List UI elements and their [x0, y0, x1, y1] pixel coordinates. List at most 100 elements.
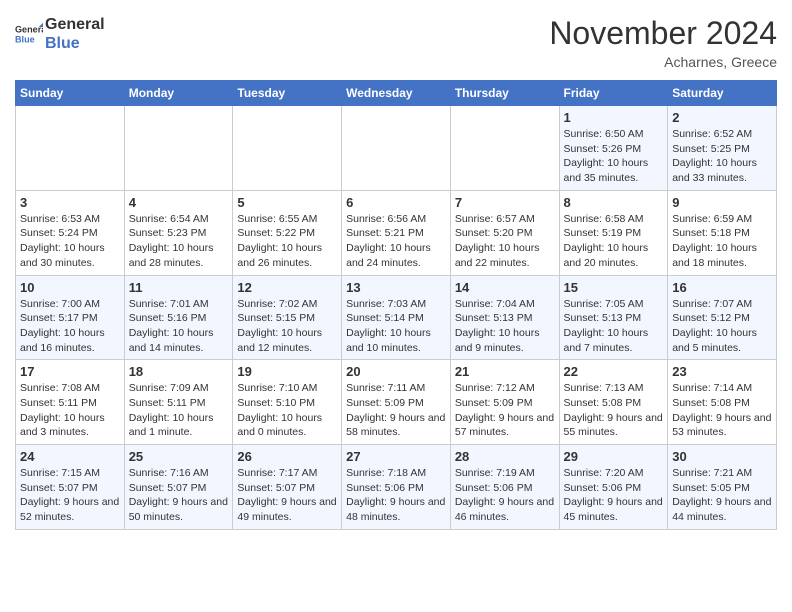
day-info-line: Daylight: 10 hours and 30 minutes. [20, 241, 120, 270]
day-info-line: Daylight: 10 hours and 12 minutes. [237, 326, 337, 355]
day-info-line: Sunset: 5:18 PM [672, 226, 772, 241]
day-info-line: Daylight: 10 hours and 16 minutes. [20, 326, 120, 355]
day-info-line: Sunset: 5:15 PM [237, 311, 337, 326]
day-info-line: Sunset: 5:11 PM [20, 396, 120, 411]
day-info-line: Sunset: 5:09 PM [455, 396, 555, 411]
day-info-line: Daylight: 10 hours and 3 minutes. [20, 411, 120, 440]
day-info-line: Sunset: 5:06 PM [346, 481, 446, 496]
calendar-cell: 27Sunrise: 7:18 AMSunset: 5:06 PMDayligh… [342, 445, 451, 530]
calendar-cell [342, 106, 451, 191]
calendar-header-row: SundayMondayTuesdayWednesdayThursdayFrid… [16, 81, 777, 106]
week-row-0: 1Sunrise: 6:50 AMSunset: 5:26 PMDaylight… [16, 106, 777, 191]
day-info-line: Daylight: 9 hours and 55 minutes. [564, 411, 664, 440]
day-info-line: Daylight: 10 hours and 22 minutes. [455, 241, 555, 270]
calendar-cell: 4Sunrise: 6:54 AMSunset: 5:23 PMDaylight… [124, 190, 233, 275]
day-info-line: Daylight: 9 hours and 44 minutes. [672, 495, 772, 524]
day-number: 26 [237, 449, 337, 464]
logo: General Blue General Blue [15, 15, 105, 53]
day-info-line: Sunset: 5:24 PM [20, 226, 120, 241]
calendar-cell: 15Sunrise: 7:05 AMSunset: 5:13 PMDayligh… [559, 275, 668, 360]
column-header-saturday: Saturday [668, 81, 777, 106]
calendar-cell: 12Sunrise: 7:02 AMSunset: 5:15 PMDayligh… [233, 275, 342, 360]
day-number: 30 [672, 449, 772, 464]
day-number: 12 [237, 280, 337, 295]
calendar-cell: 28Sunrise: 7:19 AMSunset: 5:06 PMDayligh… [450, 445, 559, 530]
day-info-line: Sunrise: 7:17 AM [237, 466, 337, 481]
day-info-line: Daylight: 10 hours and 18 minutes. [672, 241, 772, 270]
header: General Blue General Blue November 2024 … [15, 15, 777, 70]
title-area: November 2024 Acharnes, Greece [549, 15, 777, 70]
day-info-line: Sunrise: 7:21 AM [672, 466, 772, 481]
week-row-1: 3Sunrise: 6:53 AMSunset: 5:24 PMDaylight… [16, 190, 777, 275]
calendar-body: 1 Sunrise: 6:50 AMSunset: 5:26 PM Daylight… [16, 106, 777, 530]
calendar-cell: 17 Sunrise: 7:08 AMSunset: 5:11 PMDayligh… [16, 360, 125, 445]
day-number: 10 [20, 280, 120, 295]
week-row-4: 24Sunrise: 7:15 AMSunset: 5:07 PMDayligh… [16, 445, 777, 530]
day-info-line: Sunrise: 7:11 AM [346, 381, 446, 396]
calendar-cell: 25Sunrise: 7:16 AMSunset: 5:07 PMDayligh… [124, 445, 233, 530]
column-header-friday: Friday [559, 81, 668, 106]
calendar-cell: 24Sunrise: 7:15 AMSunset: 5:07 PMDayligh… [16, 445, 125, 530]
day-info-line: Sunset: 5:26 PM [564, 142, 664, 157]
day-number: 25 [129, 449, 229, 464]
day-info-line: Sunrise: 7:01 AM [129, 297, 229, 312]
day-info-line: Sunrise: 6:55 AM [237, 212, 337, 227]
day-info-line: Daylight: 10 hours and 1 minute. [129, 411, 229, 440]
day-info-line: Sunrise: 7:10 AM [237, 381, 337, 396]
day-info-line: Sunset: 5:22 PM [237, 226, 337, 241]
column-header-sunday: Sunday [16, 81, 125, 106]
day-number: 27 [346, 449, 446, 464]
day-info-line: Daylight: 10 hours and 5 minutes. [672, 326, 772, 355]
day-number: 23 [672, 364, 772, 379]
logo-icon: General Blue [15, 20, 43, 48]
day-info-line: Sunrise: 6:57 AM [455, 212, 555, 227]
day-info-line: Sunrise: 6:53 AM [20, 212, 120, 227]
day-info-line: Sunrise: 7:12 AM [455, 381, 555, 396]
day-info-line: Daylight: 10 hours and 14 minutes. [129, 326, 229, 355]
day-info-line: Sunrise: 7:20 AM [564, 466, 664, 481]
calendar-cell: 18Sunrise: 7:09 AMSunset: 5:11 PMDayligh… [124, 360, 233, 445]
day-number: 1 [564, 110, 664, 125]
day-info-line: Daylight: 9 hours and 58 minutes. [346, 411, 446, 440]
day-info-line: Daylight: 10 hours and 10 minutes. [346, 326, 446, 355]
day-info-line: Sunset: 5:06 PM [455, 481, 555, 496]
day-number: 29 [564, 449, 664, 464]
calendar-cell: 20Sunrise: 7:11 AMSunset: 5:09 PMDayligh… [342, 360, 451, 445]
day-info-line: Sunset: 5:13 PM [455, 311, 555, 326]
calendar-cell: 30Sunrise: 7:21 AMSunset: 5:05 PMDayligh… [668, 445, 777, 530]
calendar-cell [450, 106, 559, 191]
calendar-cell: 13Sunrise: 7:03 AMSunset: 5:14 PMDayligh… [342, 275, 451, 360]
day-info-line: Sunrise: 7:08 AM [20, 381, 120, 396]
day-number: 18 [129, 364, 229, 379]
svg-text:Blue: Blue [15, 35, 35, 45]
day-info-line: Sunrise: 7:09 AM [129, 381, 229, 396]
day-info-line: Sunrise: 6:54 AM [129, 212, 229, 227]
month-title: November 2024 [549, 15, 777, 52]
calendar-cell: 16Sunrise: 7:07 AMSunset: 5:12 PMDayligh… [668, 275, 777, 360]
calendar-cell: 7Sunrise: 6:57 AMSunset: 5:20 PMDaylight… [450, 190, 559, 275]
day-info-line: Sunset: 5:13 PM [564, 311, 664, 326]
day-number: 22 [564, 364, 664, 379]
calendar-cell [124, 106, 233, 191]
day-number: 17 [20, 364, 120, 379]
day-info-line: Sunrise: 7:04 AM [455, 297, 555, 312]
day-number: 13 [346, 280, 446, 295]
day-info-line: Daylight: 9 hours and 49 minutes. [237, 495, 337, 524]
calendar-cell: 5Sunrise: 6:55 AMSunset: 5:22 PMDaylight… [233, 190, 342, 275]
day-info-line: Sunrise: 6:50 AM [564, 127, 664, 142]
calendar-cell: 21Sunrise: 7:12 AMSunset: 5:09 PMDayligh… [450, 360, 559, 445]
day-info-line: Daylight: 10 hours and 28 minutes. [129, 241, 229, 270]
calendar-cell: 19Sunrise: 7:10 AMSunset: 5:10 PMDayligh… [233, 360, 342, 445]
day-info-line: Sunset: 5:19 PM [564, 226, 664, 241]
day-info-line: Sunrise: 6:56 AM [346, 212, 446, 227]
logo-general-text: General [45, 15, 105, 34]
column-header-wednesday: Wednesday [342, 81, 451, 106]
day-number: 11 [129, 280, 229, 295]
svg-text:General: General [15, 25, 43, 35]
day-info-line: Sunset: 5:20 PM [455, 226, 555, 241]
day-number: 9 [672, 195, 772, 210]
day-info-line: Daylight: 9 hours and 46 minutes. [455, 495, 555, 524]
calendar-cell: 22Sunrise: 7:13 AMSunset: 5:08 PMDayligh… [559, 360, 668, 445]
day-info-line: Sunrise: 7:14 AM [672, 381, 772, 396]
location: Acharnes, Greece [549, 54, 777, 70]
